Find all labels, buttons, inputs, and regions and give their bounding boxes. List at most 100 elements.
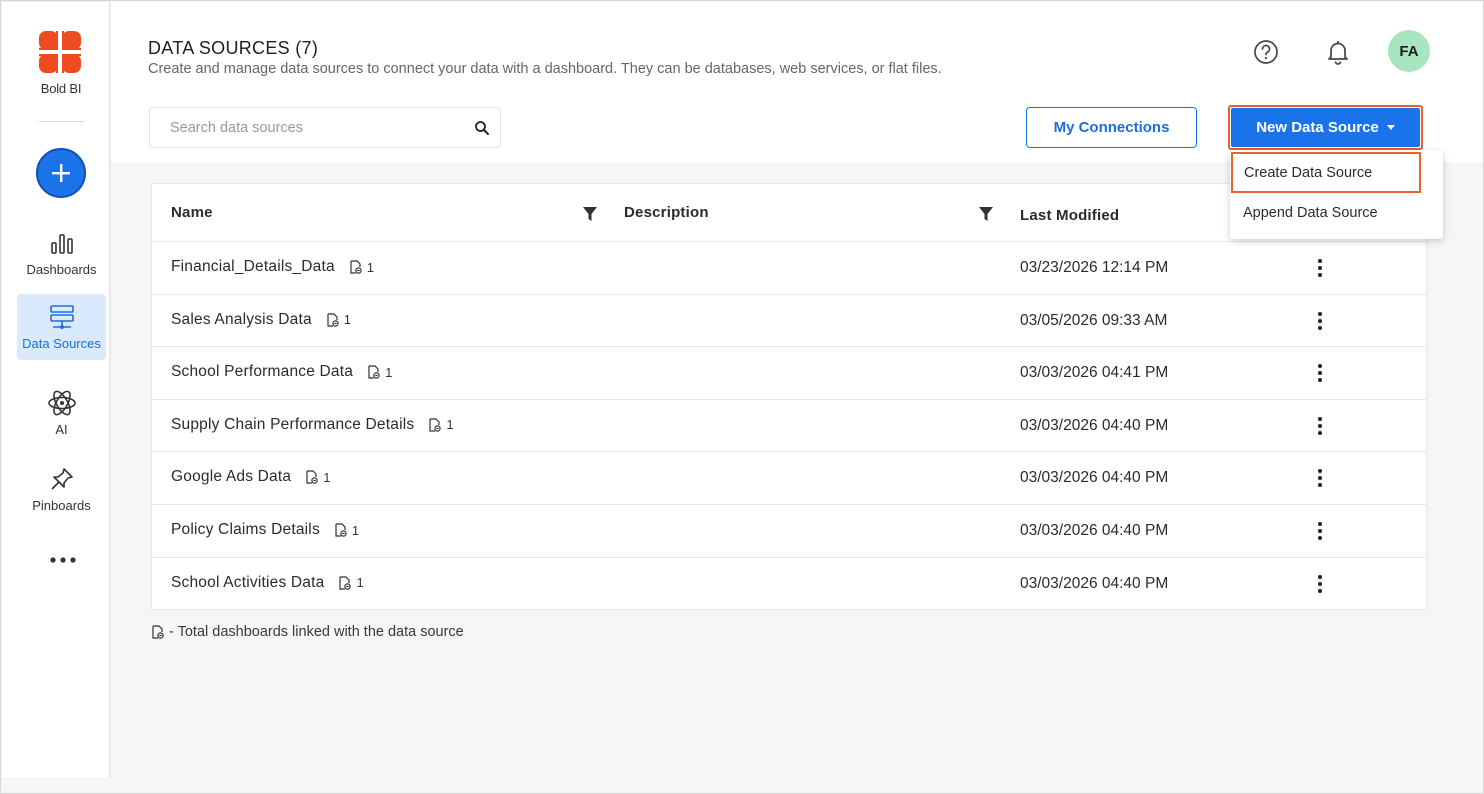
linked-dashboard-icon bbox=[429, 418, 442, 432]
table-row[interactable]: Policy Claims Details 1 03/03/2026 04:40… bbox=[152, 505, 1426, 558]
more-options-icon[interactable] bbox=[1312, 415, 1328, 437]
linked-dashboards-badge: 1 bbox=[334, 523, 359, 538]
more-options-icon[interactable] bbox=[1312, 573, 1328, 595]
sidebar-item-label: Pinboards bbox=[32, 498, 91, 513]
linked-dashboards-count: 1 bbox=[446, 417, 454, 433]
linked-dashboard-icon bbox=[306, 470, 318, 485]
more-options-icon[interactable] bbox=[1312, 467, 1328, 489]
column-header-last-modified[interactable]: Last Modified bbox=[1020, 207, 1119, 224]
data-source-name-cell[interactable]: Google Ads Data 1 bbox=[171, 468, 331, 486]
more-options-icon[interactable] bbox=[1312, 362, 1328, 384]
last-modified-cell: 03/03/2026 04:40 PM bbox=[1020, 416, 1169, 434]
data-source-name-cell[interactable]: Financial_Details_Data 1 bbox=[171, 258, 374, 276]
table-row[interactable]: School Performance Data 1 03/03/2026 04:… bbox=[152, 347, 1426, 400]
last-modified-cell: 03/03/2026 04:41 PM bbox=[1020, 364, 1169, 382]
last-modified-cell: 03/23/2026 12:14 PM bbox=[1020, 259, 1169, 276]
data-source-name: Policy Claims Details bbox=[171, 521, 320, 538]
data-source-name: Sales Analysis Data bbox=[171, 310, 312, 328]
sidebar-item-label: Dashboards bbox=[26, 262, 97, 277]
linked-dashboard-icon bbox=[339, 575, 352, 590]
menu-item-append-data-source[interactable]: Append Data Source bbox=[1230, 194, 1443, 232]
linked-dashboards-count: 1 bbox=[385, 364, 393, 380]
table-row[interactable]: School Activities Data 1 03/03/2026 04:4… bbox=[152, 558, 1426, 611]
app-frame: Bold BI Dashboards Data Sources AI Pinbo… bbox=[0, 0, 1484, 794]
new-data-source-button[interactable]: New Data Source bbox=[1231, 108, 1420, 147]
linked-dashboard-icon bbox=[327, 312, 339, 327]
data-source-name-cell[interactable]: Supply Chain Performance Details 1 bbox=[171, 416, 454, 434]
more-icon[interactable] bbox=[48, 552, 78, 568]
server-icon bbox=[49, 305, 74, 329]
data-source-name: School Performance Data bbox=[171, 363, 354, 381]
data-source-name-cell[interactable]: School Activities Data 1 bbox=[171, 574, 364, 592]
search-box bbox=[149, 107, 501, 148]
bold-bi-logo[interactable] bbox=[39, 31, 81, 73]
last-modified-cell: 03/03/2026 04:40 PM bbox=[1020, 574, 1169, 592]
last-modified-cell: 03/03/2026 04:40 PM bbox=[1020, 522, 1169, 539]
data-sources-table: Name Description Last Modified Financial… bbox=[151, 183, 1427, 610]
more-options-icon[interactable] bbox=[1312, 310, 1328, 332]
data-source-name: Supply Chain Performance Details bbox=[171, 415, 415, 433]
logo-text: Bold BI bbox=[40, 81, 82, 96]
table-row[interactable]: Supply Chain Performance Details 1 03/03… bbox=[152, 400, 1426, 453]
linked-dashboards-count: 1 bbox=[343, 312, 352, 328]
last-modified-cell: 03/05/2026 09:33 AM bbox=[1020, 311, 1168, 329]
table-row[interactable]: Sales Analysis Data 1 03/05/2026 09:33 A… bbox=[152, 295, 1426, 348]
page-title: DATA SOURCES (7) bbox=[148, 38, 319, 58]
sidebar: Bold BI Dashboards Data Sources AI Pinbo… bbox=[2, 2, 110, 778]
sidebar-item-dashboards[interactable]: Dashboards bbox=[17, 220, 106, 286]
table-row[interactable]: Google Ads Data 1 03/03/2026 04:40 PM bbox=[152, 452, 1426, 505]
last-modified-cell: 03/03/2026 04:40 PM bbox=[1020, 469, 1169, 487]
column-header-name[interactable]: Name bbox=[171, 204, 213, 221]
search-icon[interactable] bbox=[474, 120, 490, 136]
sidebar-item-label: AI bbox=[55, 422, 68, 437]
my-connections-button[interactable]: My Connections bbox=[1026, 107, 1197, 148]
linked-dashboard-icon bbox=[368, 365, 380, 379]
avatar[interactable]: FA bbox=[1388, 30, 1430, 72]
linked-dashboards-badge: 1 bbox=[428, 417, 454, 433]
atom-icon bbox=[47, 390, 76, 416]
search-input[interactable] bbox=[150, 108, 460, 147]
linked-dashboard-icon bbox=[152, 625, 164, 639]
table-row[interactable]: Financial_Details_Data 1 03/23/2026 12:1… bbox=[152, 242, 1426, 295]
linked-dashboards-badge: 1 bbox=[338, 575, 364, 591]
more-options-icon[interactable] bbox=[1312, 257, 1328, 279]
data-source-name: School Activities Data bbox=[171, 573, 325, 591]
sidebar-item-ai[interactable]: AI bbox=[17, 378, 106, 444]
filter-icon[interactable] bbox=[978, 206, 994, 222]
legend: - Total dashboards linked with the data … bbox=[151, 624, 464, 640]
linked-dashboard-icon bbox=[335, 523, 347, 537]
sidebar-divider bbox=[39, 121, 84, 122]
caret-down-icon bbox=[1386, 125, 1395, 130]
legend-text: - Total dashboards linked with the data … bbox=[169, 624, 464, 640]
bar-chart-icon bbox=[50, 234, 73, 254]
sidebar-item-pinboards[interactable]: Pinboards bbox=[17, 456, 106, 522]
linked-dashboards-count: 1 bbox=[366, 259, 375, 275]
plus-icon bbox=[52, 164, 70, 182]
new-data-source-label: New Data Source bbox=[1256, 119, 1379, 136]
data-source-name-cell[interactable]: School Performance Data 1 bbox=[171, 363, 393, 381]
linked-dashboards-badge: 1 bbox=[305, 470, 330, 485]
data-source-name: Financial_Details_Data bbox=[171, 258, 335, 275]
page-header: DATA SOURCES (7) Create and manage data … bbox=[111, 2, 1483, 162]
linked-dashboard-icon bbox=[350, 260, 362, 274]
linked-dashboards-count: 1 bbox=[356, 575, 364, 591]
column-header-description[interactable]: Description bbox=[624, 204, 709, 221]
more-options-icon[interactable] bbox=[1312, 520, 1328, 542]
sidebar-item-data-sources[interactable]: Data Sources bbox=[17, 294, 106, 360]
menu-item-create-data-source[interactable]: Create Data Source bbox=[1231, 152, 1421, 193]
help-icon[interactable] bbox=[1252, 38, 1280, 66]
linked-dashboards-badge: 1 bbox=[326, 312, 351, 327]
sidebar-item-label: Data Sources bbox=[22, 336, 101, 351]
create-new-button[interactable] bbox=[36, 148, 86, 198]
bell-icon[interactable] bbox=[1324, 38, 1352, 66]
filter-icon[interactable] bbox=[582, 206, 598, 222]
data-source-name-cell[interactable]: Policy Claims Details 1 bbox=[171, 521, 359, 539]
linked-dashboards-badge: 1 bbox=[349, 260, 374, 275]
pin-icon bbox=[50, 468, 73, 490]
linked-dashboards-count: 1 bbox=[351, 522, 360, 538]
linked-dashboards-badge: 1 bbox=[367, 365, 392, 380]
new-data-source-highlight: New Data Source bbox=[1228, 105, 1423, 150]
new-data-source-menu: Create Data Source Append Data Source bbox=[1230, 150, 1443, 239]
page-subtitle: Create and manage data sources to connec… bbox=[148, 61, 942, 77]
data-source-name-cell[interactable]: Sales Analysis Data 1 bbox=[171, 311, 351, 329]
